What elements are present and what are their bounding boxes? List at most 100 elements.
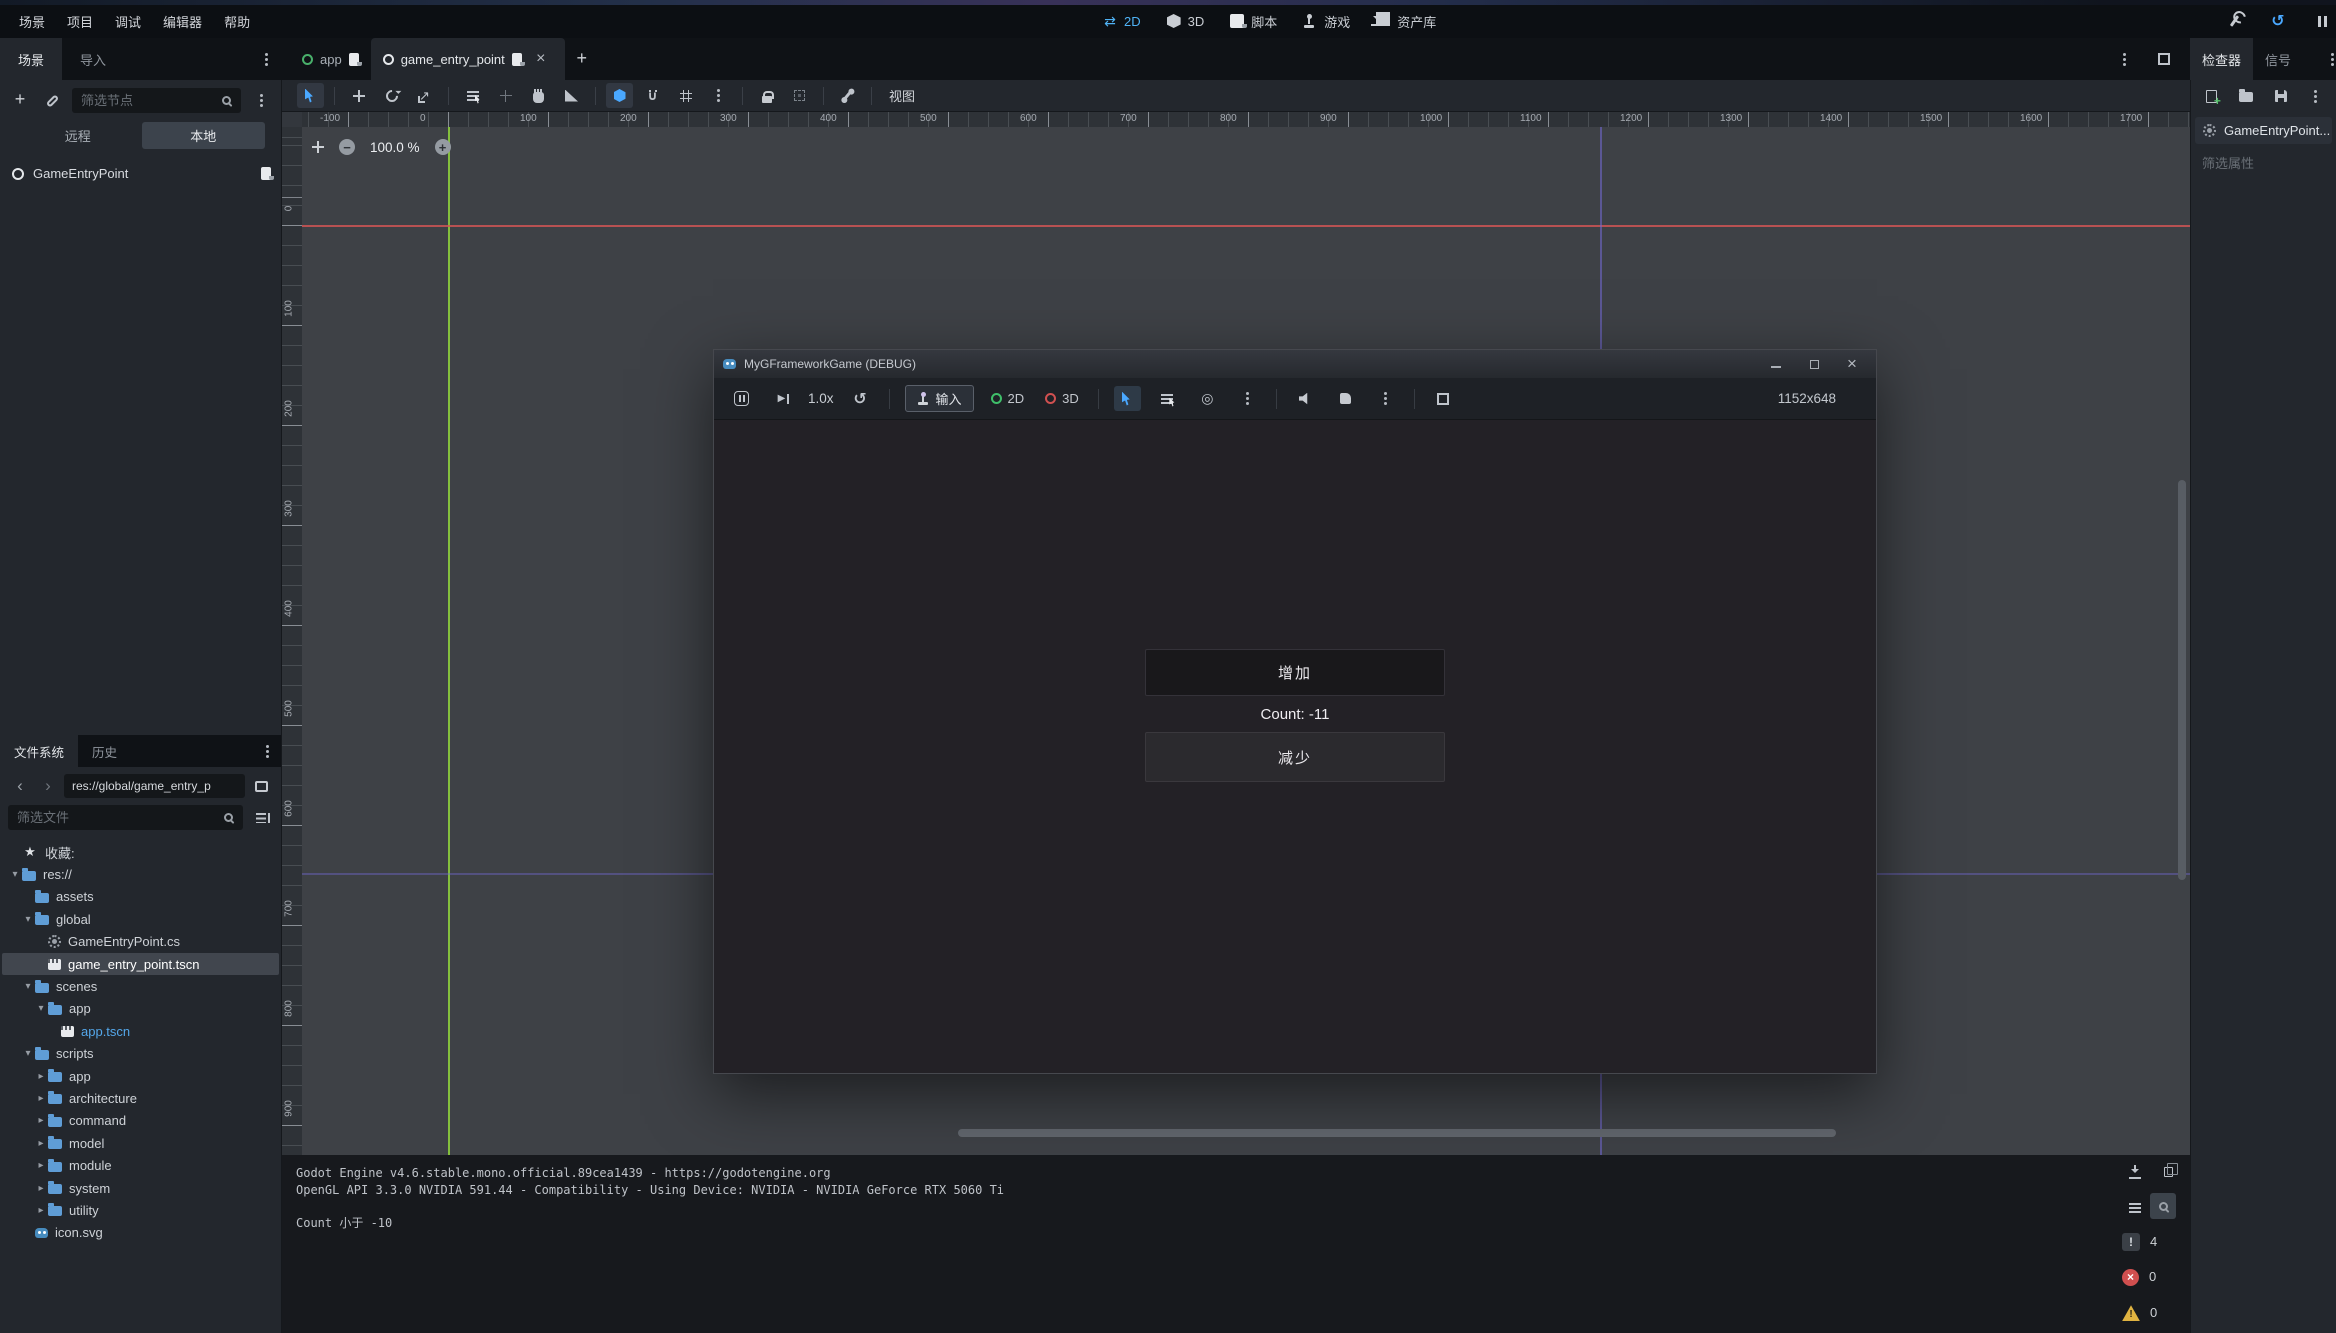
ruler-tool-button[interactable] [558,83,585,108]
audio-toggle-button[interactable] [1292,386,1319,411]
suspend-button[interactable] [728,386,755,411]
file-tree-item-architecture[interactable]: ▸architecture [2,1087,279,1109]
file-tree-item-system[interactable]: ▸system [2,1177,279,1199]
chevron-open-icon[interactable]: ▾ [21,981,35,992]
file-tree-item-GameEntryPoint.cs[interactable]: GameEntryPoint.cs [2,931,279,953]
search-log-button[interactable] [2150,1193,2176,1219]
chevron-closed-icon[interactable]: ▸ [34,1205,48,1216]
scene-tab-game_entry_point[interactable]: game_entry_point [371,38,565,80]
mode-3d-button[interactable]: 3D [1041,388,1083,409]
increase-button[interactable]: 增加 [1145,649,1445,696]
file-tree-item-global[interactable]: ▾global [2,908,279,930]
error-count-badge[interactable]: 0 [2122,1269,2156,1286]
snap-magnet-button[interactable] [639,83,666,108]
file-tree-item-app[interactable]: ▾app [2,998,279,1020]
select-mode-button[interactable] [1114,386,1141,411]
add-node-button[interactable] [8,89,32,113]
chevron-open-icon[interactable]: ▾ [34,1003,48,1014]
chevron-open-icon[interactable]: ▾ [8,869,22,880]
canvas-vertical-scrollbar[interactable] [2178,480,2186,880]
chevron-closed-icon[interactable]: ▸ [34,1071,48,1082]
group-button[interactable] [786,83,813,108]
debug-options-button[interactable] [1332,386,1359,411]
restart-game-button[interactable] [847,386,874,411]
history-back-button[interactable] [8,774,32,798]
close-tab-button[interactable] [529,47,553,71]
chevron-closed-icon[interactable]: ▸ [34,1183,48,1194]
list-panel-button[interactable] [2122,1195,2148,1221]
debugger-count-badge[interactable]: 4 [2122,1233,2157,1251]
position-select-tool-button[interactable] [492,83,519,108]
rotate-tool-button[interactable] [378,83,405,108]
file-tree-item-res://[interactable]: ▾res:// [2,863,279,885]
current-path[interactable]: res://global/game_entry_p [64,774,245,798]
mode-远程[interactable]: 远程 [16,122,140,149]
camera-override-button[interactable] [1194,386,1221,411]
pan-tool-button[interactable] [525,83,552,108]
open-resource-button[interactable] [2236,84,2257,108]
speed-menu-button[interactable]: 1.0x [808,391,834,406]
run-remote-tool-button[interactable] [2222,9,2246,33]
file-tree-item-收藏:[interactable]: 收藏: [2,841,279,863]
workspace-脚本[interactable]: 脚本 [1224,9,1283,34]
mode-本地[interactable]: 本地 [142,122,266,149]
file-tree-item-scenes[interactable]: ▾scenes [2,975,279,997]
filter-nodes-input[interactable] [72,88,241,113]
workspace-资产库[interactable]: 资产库 [1370,9,1442,34]
workspace-游戏[interactable]: 游戏 [1297,9,1356,34]
instance-scene-button[interactable] [40,89,64,113]
file-tree-item-app[interactable]: ▸app [2,1065,279,1087]
download-log-button[interactable] [2122,1157,2148,1183]
chevron-closed-icon[interactable]: ▸ [34,1093,48,1104]
more-options-dots-button[interactable] [1372,386,1399,411]
warning-count-badge[interactable]: 0 [2122,1305,2157,1322]
game-window-titlebar[interactable]: MyGFrameworkGame (DEBUG) [714,350,1876,378]
filter-properties-input[interactable]: 筛选属性 [2195,153,2332,172]
tab-导入[interactable]: 导入 [62,38,124,80]
menu-调试[interactable]: 调试 [104,8,152,35]
tree-node-GameEntryPoint[interactable]: GameEntryPoint [0,161,281,186]
menu-帮助[interactable]: 帮助 [213,8,261,35]
save-resource-button[interactable] [2271,84,2292,108]
chevron-closed-icon[interactable]: ▸ [34,1115,48,1126]
inspected-object[interactable]: GameEntryPoint... [2195,117,2332,144]
distraction-free-menu-button[interactable] [2112,47,2136,71]
chevron-closed-icon[interactable]: ▸ [34,1138,48,1149]
zoom-in-button[interactable] [435,139,451,155]
run-reload-button[interactable] [2266,9,2290,33]
filter-files-input[interactable] [8,805,243,830]
expand-editor-button[interactable] [2152,47,2176,71]
move-tool-button[interactable] [345,83,372,108]
viewport-canvas[interactable]: 100.0 % MyGFrameworkGame (DEBUG) 1.0x 输入 2… [302,127,2190,1155]
skeleton-button[interactable] [834,83,861,108]
copy-log-button[interactable] [2154,1157,2180,1183]
list-select-mode-button[interactable] [1154,386,1181,411]
file-tree-item-module[interactable]: ▸module [2,1154,279,1176]
zoom-value[interactable]: 100.0 % [370,140,420,155]
tab-检查器[interactable]: 检查器 [2190,38,2253,80]
history-forward-button[interactable] [36,774,60,798]
tab-场景[interactable]: 场景 [0,38,62,80]
tab-历史[interactable]: 历史 [78,735,131,767]
file-tree-item-assets[interactable]: assets [2,886,279,908]
mode-2d-button[interactable]: 2D [987,388,1029,409]
menu-项目[interactable]: 项目 [56,8,104,35]
menu-编辑器[interactable]: 编辑器 [152,8,213,35]
file-tree-item-icon.svg[interactable]: icon.svg [2,1222,279,1244]
file-tree-item-utility[interactable]: ▸utility [2,1199,279,1221]
select-options-dots-button[interactable] [1234,386,1261,411]
file-tree-item-app.tscn[interactable]: app.tscn [2,1020,279,1042]
center-view-icon[interactable] [312,141,324,153]
embed-fullscreen-button[interactable] [1430,386,1457,411]
decrease-button[interactable]: 减少 [1145,732,1445,782]
chevron-open-icon[interactable]: ▾ [21,1048,35,1059]
snap-options-dots-button[interactable] [705,83,732,108]
scene-tab-app[interactable]: app [290,38,371,80]
file-tree-item-command[interactable]: ▸command [2,1110,279,1132]
input-toggle-button[interactable]: 输入 [905,385,974,412]
tab-信号[interactable]: 信号 [2253,38,2303,80]
new-scene-tab-button[interactable] [565,38,599,80]
lock-button[interactable] [753,83,780,108]
tab-文件系统[interactable]: 文件系统 [0,735,78,767]
file-tree-item-game_entry_point.tscn[interactable]: game_entry_point.tscn [2,953,279,975]
